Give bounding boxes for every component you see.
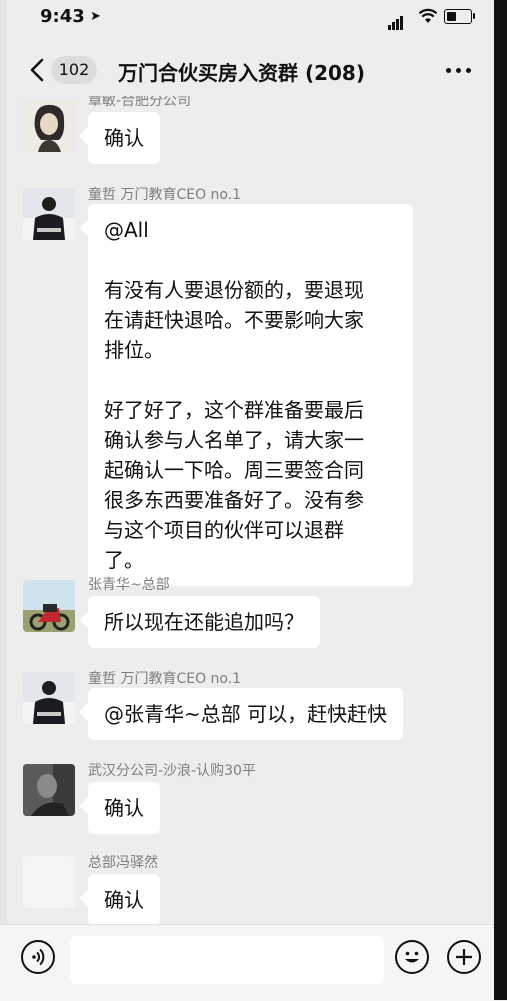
plus-icon — [456, 949, 472, 965]
voice-icon — [32, 948, 45, 966]
sender-name: 张青华~总部 — [88, 577, 170, 593]
battery-icon — [444, 9, 475, 24]
message-list[interactable]: 章敏-合肥分公司 确认 童哲 万门教育CEO no.1 @All 有没有人要退份… — [0, 96, 494, 924]
message-bubble[interactable]: 确认 — [88, 874, 160, 924]
sender-name: 童哲 万门教育CEO no.1 — [88, 671, 242, 687]
voice-input-button[interactable] — [21, 940, 55, 974]
avatar[interactable] — [23, 100, 75, 152]
input-bar — [0, 924, 494, 1001]
unread-count-badge[interactable]: 102 — [51, 56, 97, 84]
status-bar: 9:43 ➤ — [0, 0, 494, 36]
more-functions-button[interactable] — [447, 940, 481, 974]
sender-name: 武汉分公司-沙浪-认购30平 — [88, 763, 256, 779]
emoji-button[interactable] — [395, 940, 429, 974]
message-bubble[interactable]: 所以现在还能追加吗？ — [88, 596, 320, 648]
message-input[interactable] — [70, 936, 384, 984]
message-bubble[interactable]: 确认 — [88, 782, 160, 834]
message-bubble[interactable]: @张青华~总部 可以，赶快赶快 — [88, 688, 404, 740]
location-arrow-icon: ➤ — [90, 9, 101, 24]
wifi-icon — [418, 8, 438, 23]
page-title: 万门合伙买房入资群 (208) — [118, 61, 365, 85]
avatar[interactable] — [23, 672, 75, 724]
sender-name: 总部冯驿然 — [88, 855, 158, 871]
message-bubble[interactable]: 确认 — [88, 112, 160, 164]
sender-name: 童哲 万门教育CEO no.1 — [88, 187, 242, 203]
message-bubble[interactable]: @All 有没有人要退份额的，要退现 在请赶快退哈。不要影响大家 排位。 好了好… — [88, 204, 413, 586]
cellular-signal-icon — [388, 11, 404, 30]
sender-name: 章敏-合肥分公司 — [88, 96, 192, 109]
back-chevron-icon[interactable] — [26, 56, 52, 84]
avatar[interactable] — [23, 856, 75, 908]
status-time: 9:43 — [40, 6, 85, 27]
emoji-icon — [405, 951, 419, 963]
more-options-button[interactable] — [444, 58, 474, 82]
right-edge — [494, 0, 507, 1000]
avatar[interactable] — [23, 188, 75, 240]
avatar[interactable] — [23, 580, 75, 632]
chat-header: 102 万门合伙买房入资群 (208) — [0, 44, 494, 96]
avatar[interactable] — [23, 764, 75, 816]
